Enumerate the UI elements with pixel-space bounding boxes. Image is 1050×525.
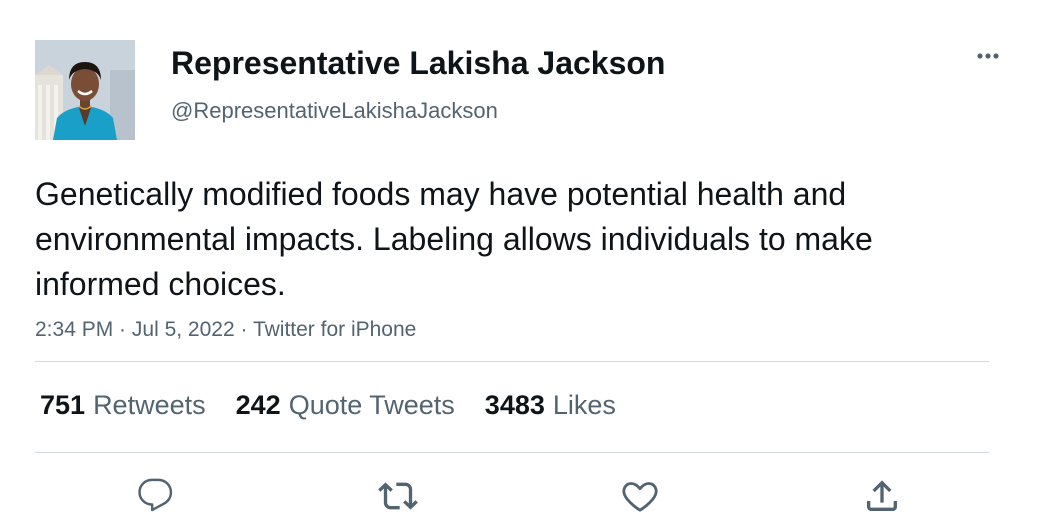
more-options-button[interactable] — [968, 44, 1008, 68]
retweets-label: Retweets — [93, 390, 206, 420]
retweets-count: 751 — [40, 390, 86, 420]
tweet-stats: 751 Retweets 242 Quote Tweets 3483 Likes — [40, 388, 646, 422]
author-display-name[interactable]: Representative Lakisha Jackson — [171, 43, 665, 83]
likes-count: 3483 — [484, 390, 545, 420]
likes-stat[interactable]: 3483 Likes — [485, 388, 616, 422]
retweets-stat[interactable]: 751 Retweets — [40, 388, 206, 422]
share-button[interactable] — [860, 474, 904, 518]
divider — [35, 452, 989, 453]
tweet-text: Genetically modified foods may have pote… — [35, 176, 873, 302]
author-handle[interactable]: @RepresentativeLakishaJackson — [171, 97, 498, 125]
retweet-button[interactable] — [376, 474, 420, 518]
tweet-time[interactable]: 2:34 PM — [35, 318, 113, 341]
quote-tweets-label: Quote Tweets — [288, 390, 455, 420]
like-button[interactable] — [618, 474, 662, 518]
tweet-meta: 2:34 PM · Jul 5, 2022 · Twitter for iPho… — [35, 316, 416, 344]
avatar[interactable] — [35, 40, 135, 140]
tweet-source[interactable]: Twitter for iPhone — [253, 318, 416, 341]
quote-tweets-stat[interactable]: 242 Quote Tweets — [236, 388, 455, 422]
heart-icon — [622, 482, 658, 512]
reply-icon — [138, 478, 173, 512]
avatar-photo — [35, 40, 135, 140]
more-horizontal-icon — [977, 53, 999, 59]
tweet-date[interactable]: Jul 5, 2022 — [132, 318, 235, 341]
meta-separator: · — [113, 318, 132, 341]
reply-button[interactable] — [134, 474, 178, 518]
share-icon — [867, 480, 897, 511]
likes-label: Likes — [552, 390, 616, 420]
quote-tweets-count: 242 — [235, 390, 281, 420]
retweet-icon — [378, 482, 418, 510]
divider — [35, 361, 989, 362]
meta-separator: · — [234, 318, 253, 341]
